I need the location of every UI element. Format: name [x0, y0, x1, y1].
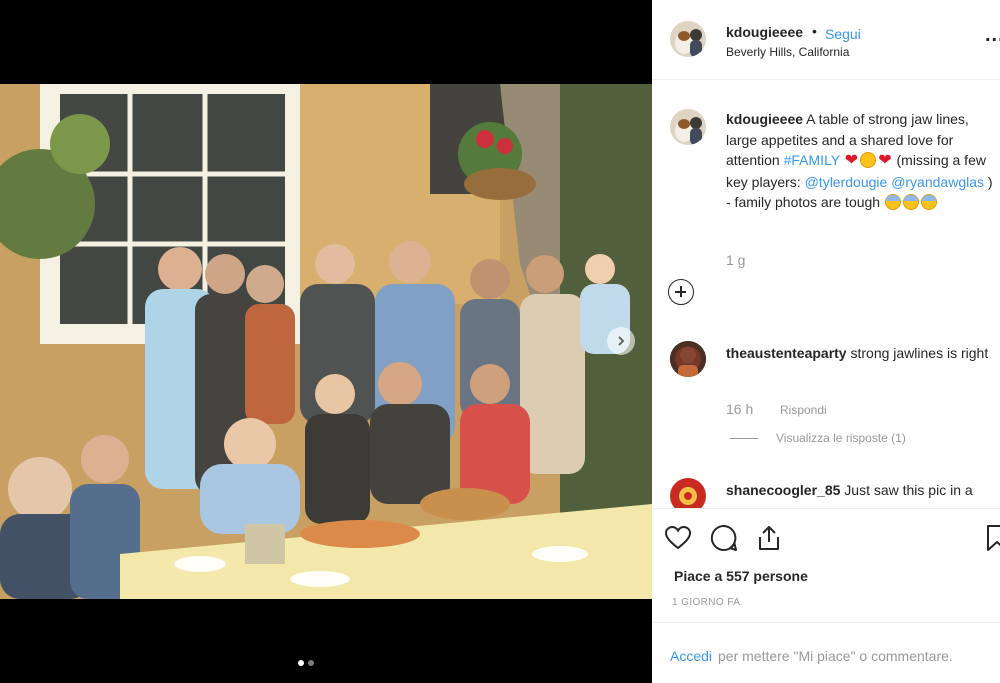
screaming-face-emoji: [920, 194, 937, 210]
comment-username[interactable]: theaustenteaparty: [726, 345, 847, 361]
avatar-image: [670, 478, 706, 508]
post-actions: Piace a 557 persone 1 GIORNO FA Accedi p…: [652, 508, 1000, 683]
comment-icon[interactable]: [709, 523, 739, 553]
likes-count[interactable]: Piace a 557 persone: [674, 568, 808, 584]
chevron-right-icon: [618, 336, 625, 346]
separator-bullet: •: [812, 23, 817, 39]
avatar[interactable]: [670, 21, 706, 57]
red-heart-emoji: ❤: [878, 152, 892, 169]
post-header: kdougieeee • Segui Beverly Hills, Califo…: [652, 0, 1000, 80]
login-prompt-text: per mettere "Mi piace" o commentare.: [718, 648, 953, 664]
heart-eyes-emoji: [860, 152, 877, 168]
bookmark-icon[interactable]: [982, 523, 1000, 553]
comment-body: Just saw this pic in a: [840, 482, 973, 498]
login-link[interactable]: Accedi: [670, 648, 712, 664]
screaming-face-emoji: [902, 194, 919, 210]
post-photo[interactable]: [0, 84, 652, 599]
comment-username[interactable]: shanecoogler_85: [726, 482, 840, 498]
comment-body: strong jawlines is right: [846, 345, 989, 361]
carousel-indicator: [298, 660, 314, 666]
avatar-image: [670, 341, 706, 377]
mention-link[interactable]: @tylerdougie: [805, 174, 888, 190]
commenter-avatar[interactable]: [670, 341, 706, 377]
replies-divider: [730, 438, 758, 439]
mention-link[interactable]: @ryandawglas: [891, 174, 984, 190]
more-options-icon[interactable]: ...: [985, 24, 1000, 47]
caption-username[interactable]: kdougieeee: [726, 111, 803, 127]
carousel-dot: [308, 660, 314, 666]
post-username[interactable]: kdougieeee: [726, 24, 803, 40]
view-replies-button[interactable]: Visualizza le risposte (1): [776, 431, 906, 445]
comment-time[interactable]: 16 h: [726, 401, 753, 417]
avatar-image: [670, 21, 706, 57]
add-comment-icon[interactable]: [668, 279, 694, 305]
avatar-image: [670, 109, 706, 145]
carousel-dot-active: [298, 660, 304, 666]
share-icon[interactable]: [754, 523, 784, 553]
commenter-avatar[interactable]: [670, 478, 706, 508]
red-heart-emoji: ❤: [844, 152, 859, 169]
caption-time[interactable]: 1 g: [726, 252, 745, 268]
family-photo-illustration: [0, 84, 652, 599]
screaming-face-emoji: [884, 194, 901, 210]
login-prompt: Accedi per mettere "Mi piace" o commenta…: [652, 622, 1000, 683]
comment-text: shanecoogler_85 Just saw this pic in a: [726, 480, 996, 501]
comment-text: theaustenteaparty strong jawlines is rig…: [726, 343, 996, 364]
reply-button[interactable]: Rispondi: [780, 403, 827, 417]
media-viewer: [0, 0, 652, 683]
heart-icon[interactable]: [663, 523, 693, 553]
caption-avatar[interactable]: [670, 109, 706, 145]
follow-button[interactable]: Segui: [825, 26, 861, 42]
caption-text: kdougieeee A table of strong jaw lines, …: [726, 109, 996, 213]
post-location[interactable]: Beverly Hills, California: [726, 45, 849, 59]
post-timestamp[interactable]: 1 GIORNO FA: [672, 597, 740, 608]
post-side-panel: kdougieeee • Segui Beverly Hills, Califo…: [652, 0, 1000, 683]
hashtag-link[interactable]: #FAMILY: [784, 152, 840, 168]
next-photo-button[interactable]: [607, 327, 635, 355]
comments-list[interactable]: kdougieeee A table of strong jaw lines, …: [652, 80, 1000, 508]
